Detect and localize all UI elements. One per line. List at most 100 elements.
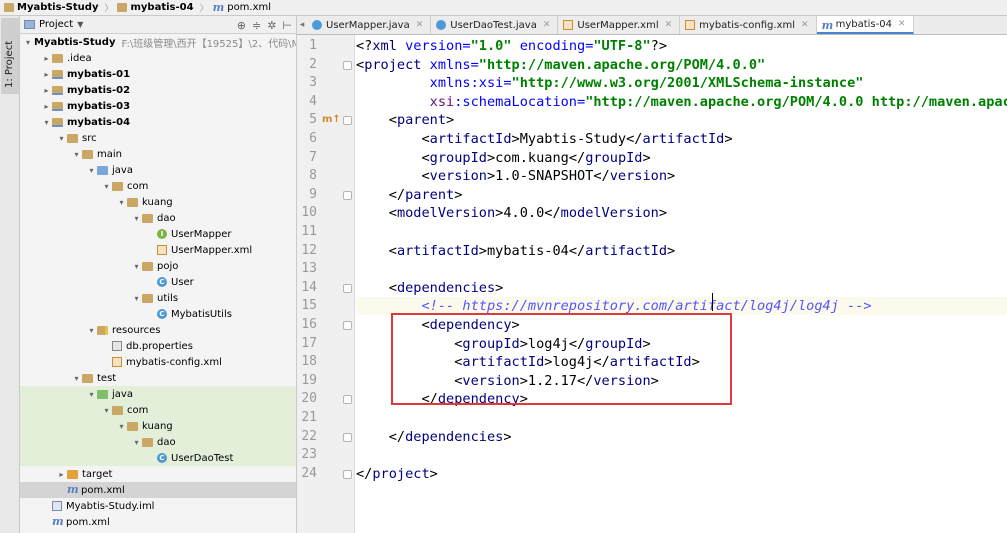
code-line[interactable]: <dependency> <box>356 316 1007 334</box>
chevron-down-icon[interactable]: ▾ <box>71 150 82 159</box>
code-area[interactable]: <?xml version="1.0" encoding="UTF-8"?> <p… <box>356 35 1007 533</box>
tree-item[interactable]: ▾ Myabtis-Study F:\班级管理\西开【19525】\2、代码\Mya <box>20 34 296 50</box>
tree-item[interactable]: Myabtis-Study.iml <box>20 498 296 514</box>
fold-toggle-icon[interactable] <box>343 190 352 200</box>
code-line[interactable] <box>356 223 1007 241</box>
tree-item[interactable]: UserMapper.xml <box>20 242 296 258</box>
tree-item[interactable]: m pom.xml <box>20 514 296 530</box>
code-line[interactable]: xmlns:xsi="http://www.w3.org/2001/XMLSch… <box>356 74 1007 92</box>
chevron-down-icon[interactable]: ▾ <box>101 182 112 191</box>
chevron-down-icon[interactable]: ▼ <box>77 20 83 29</box>
chevron-down-icon[interactable]: ▾ <box>131 438 142 447</box>
fold-toggle-icon[interactable] <box>343 395 352 405</box>
locate-target-icon[interactable]: ⊕ <box>237 19 246 32</box>
chevron-down-icon[interactable]: ▾ <box>116 422 127 431</box>
close-icon[interactable]: ✕ <box>665 20 673 30</box>
code-line[interactable]: <artifactId>Myabtis-Study</artifactId> <box>356 130 1007 148</box>
tree-item[interactable]: I UserMapper <box>20 226 296 242</box>
code-line[interactable]: <!-- https://mvnrepository.com/artifact/… <box>356 297 1007 316</box>
chevron-down-icon[interactable]: ▾ <box>71 374 82 383</box>
code-line[interactable] <box>356 446 1007 464</box>
breadcrumb-item[interactable]: Myabtis-Study 〉 <box>0 0 113 16</box>
tree-item[interactable]: ▾ kuang <box>20 418 296 434</box>
hide-panel-icon[interactable]: ⊢ <box>282 19 292 32</box>
tree-item[interactable]: ▾ main <box>20 146 296 162</box>
breadcrumb-item[interactable]: mybatis-04 〉 <box>113 0 209 16</box>
code-line[interactable]: </dependencies> <box>356 428 1007 446</box>
maven-parent-gutter-icon[interactable]: m↑ <box>322 111 341 129</box>
tree-item[interactable]: ▾ kuang <box>20 194 296 210</box>
tree-item[interactable]: ▸ target <box>20 466 296 482</box>
code-line[interactable] <box>356 409 1007 427</box>
chevron-down-icon[interactable]: ▾ <box>41 118 52 127</box>
code-line[interactable]: <modelVersion>4.0.0</modelVersion> <box>356 204 1007 222</box>
editor-tab[interactable]: m mybatis-04 ✕ <box>816 16 914 34</box>
chevron-down-icon[interactable]: ▾ <box>116 198 127 207</box>
tree-item[interactable]: ▸ .idea <box>20 50 296 66</box>
editor-tab[interactable]: mybatis-config.xml ✕ <box>680 16 817 34</box>
code-line[interactable]: <dependencies> <box>356 279 1007 297</box>
fold-toggle-icon[interactable] <box>343 116 352 126</box>
tab-scroll-icon[interactable]: ◂ <box>297 16 307 34</box>
chevron-down-icon[interactable]: ▾ <box>131 262 142 271</box>
tree-item[interactable]: C User <box>20 274 296 290</box>
editor-tab[interactable]: UserMapper.xml ✕ <box>558 16 681 34</box>
fold-toggle-icon[interactable] <box>343 60 352 70</box>
chevron-down-icon[interactable]: ▾ <box>131 294 142 303</box>
tree-item[interactable]: ▾ test <box>20 370 296 386</box>
code-line[interactable]: xsi:schemaLocation="http://maven.apache.… <box>356 93 1007 111</box>
code-line[interactable]: <version>1.2.17</version> <box>356 372 1007 390</box>
code-line[interactable]: <artifactId>mybatis-04</artifactId> <box>356 242 1007 260</box>
chevron-right-icon[interactable]: ▸ <box>41 86 52 95</box>
code-editor[interactable]: 1 2 3 4 5 m↑ 6 7 8 9 10 11 12 13 14 15 16 17 18 19 20 21 22 23 2… <box>297 35 1007 533</box>
project-tool-window-button[interactable]: 1: Project <box>1 18 19 94</box>
tree-item[interactable]: db.properties <box>20 338 296 354</box>
code-line[interactable]: <artifactId>log4j</artifactId> <box>356 353 1007 371</box>
tree-item[interactable]: ▾ utils <box>20 290 296 306</box>
collapse-all-icon[interactable]: ≑ <box>252 19 261 32</box>
fold-toggle-icon[interactable] <box>343 432 352 442</box>
tree-item[interactable]: C MybatisUtils <box>20 306 296 322</box>
chevron-down-icon[interactable]: ▾ <box>56 134 67 143</box>
tree-item[interactable]: ▾ com <box>20 178 296 194</box>
gear-icon[interactable]: ✲ <box>267 19 276 32</box>
chevron-right-icon[interactable]: ▸ <box>41 54 52 63</box>
editor-tab[interactable]: UserMapper.java ✕ <box>307 16 432 34</box>
tree-item[interactable]: ▾ java <box>20 386 296 402</box>
tree-item[interactable]: ▸ mybatis-02 <box>20 82 296 98</box>
code-line[interactable]: </project> <box>356 465 1007 483</box>
tree-item[interactable]: ▾ pojo <box>20 258 296 274</box>
close-icon[interactable]: ✕ <box>416 20 424 30</box>
code-line[interactable]: <groupId>log4j</groupId> <box>356 335 1007 353</box>
chevron-right-icon[interactable]: ▸ <box>41 102 52 111</box>
tree-item[interactable]: ▾ resources <box>20 322 296 338</box>
chevron-down-icon[interactable]: ▾ <box>86 166 97 175</box>
chevron-right-icon[interactable]: ▸ <box>41 70 52 79</box>
code-line[interactable] <box>356 260 1007 278</box>
code-line[interactable]: <?xml version="1.0" encoding="UTF-8"?> <box>356 37 1007 55</box>
fold-toggle-icon[interactable] <box>343 283 352 293</box>
chevron-down-icon[interactable]: ▾ <box>101 406 112 415</box>
tree-item[interactable]: ▾ dao <box>20 434 296 450</box>
code-line[interactable]: <version>1.0-SNAPSHOT</version> <box>356 167 1007 185</box>
chevron-down-icon[interactable]: ▾ <box>131 214 142 223</box>
tree-item[interactable]: mybatis-config.xml <box>20 354 296 370</box>
tree-item[interactable]: ▸ mybatis-03 <box>20 98 296 114</box>
code-line[interactable]: <groupId>com.kuang</groupId> <box>356 149 1007 167</box>
tree-item[interactable]: ▾ com <box>20 402 296 418</box>
fold-toggle-icon[interactable] <box>343 321 352 330</box>
code-line[interactable]: </dependency> <box>356 390 1007 408</box>
close-icon[interactable]: ✕ <box>543 20 551 30</box>
tree-item[interactable]: C UserDaoTest <box>20 450 296 466</box>
code-line[interactable]: <parent> <box>356 111 1007 129</box>
code-line[interactable]: </parent> <box>356 186 1007 204</box>
chevron-down-icon[interactable]: ▾ <box>86 390 97 399</box>
editor-tab[interactable]: UserDaoTest.java ✕ <box>431 16 559 34</box>
chevron-down-icon[interactable]: ▾ <box>86 326 97 335</box>
close-icon[interactable]: ✕ <box>801 20 809 30</box>
close-icon[interactable]: ✕ <box>898 19 906 29</box>
tree-item[interactable]: m pom.xml <box>20 482 296 498</box>
tree-item[interactable]: ▸ mybatis-01 <box>20 66 296 82</box>
tree-item[interactable]: ▾ src <box>20 130 296 146</box>
tree-item[interactable]: ▾ java <box>20 162 296 178</box>
